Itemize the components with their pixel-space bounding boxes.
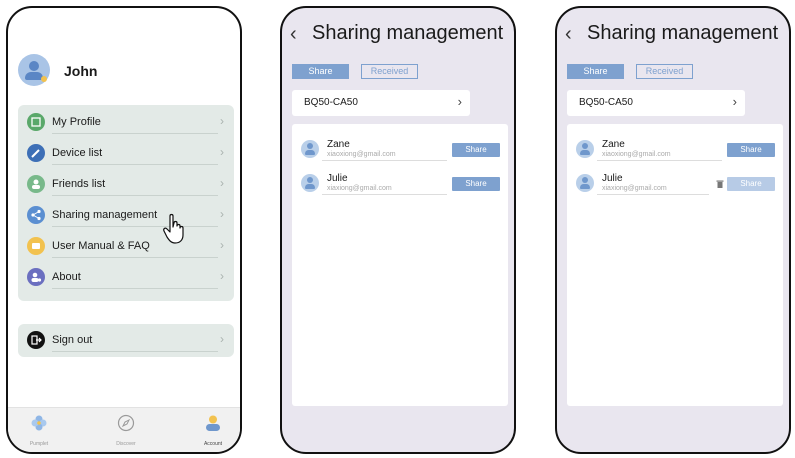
shared-users-list: Zane xiaoxiong@gmail.com Share Julie xia… xyxy=(292,124,508,406)
tab-label: Pumplet xyxy=(29,441,49,447)
chevron-right-icon: › xyxy=(457,94,462,109)
tab-share[interactable]: Share xyxy=(567,64,624,79)
share-button[interactable]: Share xyxy=(452,177,500,191)
account-icon xyxy=(206,415,220,431)
menu-item-sharing-management[interactable]: Sharing management › xyxy=(18,200,234,231)
tab-received[interactable]: Received xyxy=(361,64,418,79)
sign-out-icon xyxy=(27,331,45,349)
user-avatar-icon xyxy=(576,174,594,192)
page-title: Sharing management xyxy=(587,22,779,44)
chevron-right-icon: › xyxy=(220,176,224,190)
sharing-screen-default: ‹ Sharing management Share Received BQ50… xyxy=(280,6,516,454)
wrench-icon xyxy=(27,144,45,162)
chevron-right-icon: › xyxy=(220,238,224,252)
user-name: Julie xyxy=(327,173,348,184)
list-item[interactable]: Zane xiaoxiong@gmail.com Share xyxy=(567,136,783,168)
hand-pointer-icon xyxy=(163,213,184,244)
user-name: Julie xyxy=(602,173,623,184)
share-button[interactable]: Share xyxy=(727,143,775,157)
list-item[interactable]: Zane xiaoxiong@gmail.com Share xyxy=(292,136,508,168)
account-screen: John My Profile › Device list › Friends … xyxy=(6,6,242,454)
back-chevron-icon[interactable]: ‹ xyxy=(290,23,297,46)
tab-received[interactable]: Received xyxy=(636,64,693,79)
trash-icon[interactable] xyxy=(716,180,724,188)
tab-discover[interactable]: Discover xyxy=(101,414,151,447)
about-icon xyxy=(27,268,45,286)
device-selector[interactable]: BQ50-CA50 › xyxy=(567,90,745,116)
chevron-right-icon: › xyxy=(220,114,224,128)
user-name: Zane xyxy=(602,139,625,150)
device-name: BQ50-CA50 xyxy=(579,97,633,108)
sharing-screen-delete-state: ‹ Sharing management Share Received BQ50… xyxy=(555,6,791,454)
sign-out-label: Sign out xyxy=(52,334,93,346)
menu-item-user-manual-faq[interactable]: User Manual & FAQ › xyxy=(18,231,234,262)
list-item[interactable]: Julie xiaxiong@gmail.com Share xyxy=(567,170,783,202)
share-button[interactable]: Share xyxy=(727,177,775,191)
menu-label: About xyxy=(52,271,81,283)
shared-users-list: Zane xiaoxiong@gmail.com Share Julie xia… xyxy=(567,124,783,406)
tab-share[interactable]: Share xyxy=(292,64,349,79)
back-chevron-icon[interactable]: ‹ xyxy=(565,23,572,46)
share-icon xyxy=(27,206,45,224)
share-button[interactable]: Share xyxy=(452,143,500,157)
menu-label: Device list xyxy=(52,147,103,159)
chevron-right-icon: › xyxy=(220,207,224,221)
tab-account[interactable]: Account xyxy=(188,414,238,447)
menu-label: Friends list xyxy=(52,178,106,190)
list-item[interactable]: Julie xiaxiong@gmail.com Share xyxy=(292,170,508,202)
friends-icon xyxy=(27,175,45,193)
sign-out-button[interactable]: Sign out › xyxy=(18,324,234,357)
device-selector[interactable]: BQ50-CA50 › xyxy=(292,90,470,116)
page-title: Sharing management xyxy=(312,22,504,44)
compass-icon xyxy=(117,414,135,432)
tab-pumplet[interactable]: Pumplet xyxy=(14,414,64,447)
user-email: xiaoxiong@gmail.com xyxy=(327,151,396,158)
user-avatar-icon xyxy=(576,140,594,158)
avatar[interactable] xyxy=(18,54,50,86)
menu-label: User Manual & FAQ xyxy=(52,240,150,252)
chevron-right-icon: › xyxy=(220,269,224,283)
user-name: Zane xyxy=(327,139,350,150)
menu-label: Sharing management xyxy=(52,209,158,221)
profile-card-icon xyxy=(27,113,45,131)
menu-item-about[interactable]: About › xyxy=(18,262,234,293)
user-avatar-icon xyxy=(301,174,319,192)
user-email: xiaoxiong@gmail.com xyxy=(602,151,671,158)
user-avatar-icon xyxy=(301,140,319,158)
user-email: xiaxiong@gmail.com xyxy=(602,185,667,192)
menu-item-friends-list[interactable]: Friends list › xyxy=(18,169,234,200)
tab-label: Account xyxy=(203,441,223,447)
bottom-tab-bar: Pumplet Discover Account xyxy=(8,407,240,452)
account-menu: My Profile › Device list › Friends list … xyxy=(18,105,234,301)
chevron-right-icon: › xyxy=(732,94,737,109)
menu-label: My Profile xyxy=(52,116,101,128)
chat-icon xyxy=(27,237,45,255)
menu-item-my-profile[interactable]: My Profile › xyxy=(18,107,234,138)
menu-item-device-list[interactable]: Device list › xyxy=(18,138,234,169)
username: John xyxy=(64,63,98,79)
device-name: BQ50-CA50 xyxy=(304,97,358,108)
chevron-right-icon: › xyxy=(220,332,224,346)
fan-icon xyxy=(31,415,47,431)
chevron-right-icon: › xyxy=(220,145,224,159)
user-email: xiaxiong@gmail.com xyxy=(327,185,392,192)
tab-label: Discover xyxy=(116,441,136,447)
